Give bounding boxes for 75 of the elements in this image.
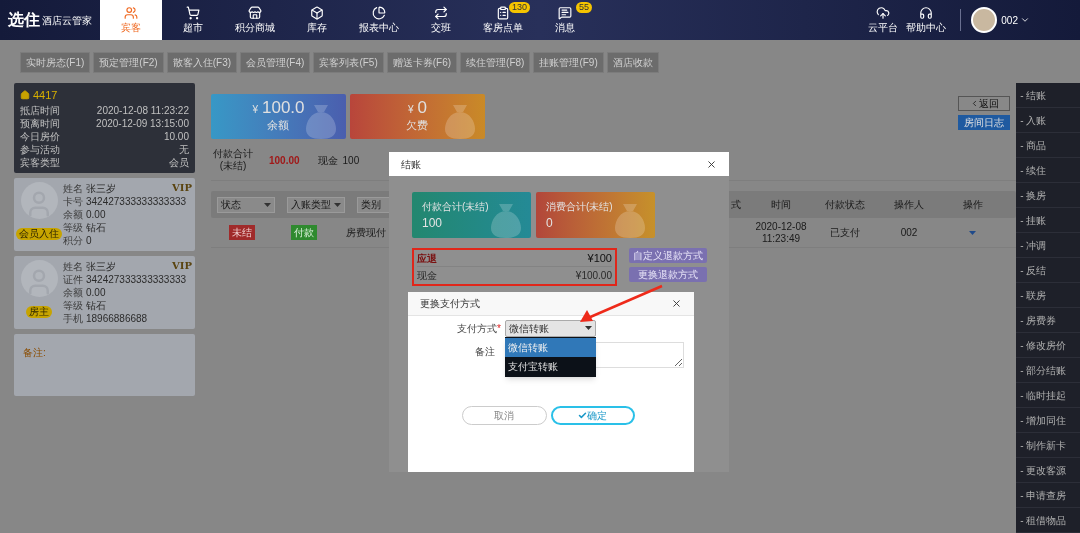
field-label: 余额: [63, 285, 83, 299]
field-label: 等级: [63, 220, 83, 234]
cash-value: 100: [342, 153, 360, 168]
count-badge: 55: [576, 2, 592, 13]
card-amount: 100: [422, 214, 443, 232]
room-number: 4417: [33, 88, 58, 103]
field-value: 0.00: [86, 285, 106, 299]
column-header: 付款状态: [824, 198, 865, 212]
column-header: 式: [730, 198, 741, 212]
card-amount: 0: [546, 214, 553, 232]
field-value: 342427333333333333: [86, 194, 187, 208]
note-label: 备注:: [23, 346, 46, 358]
vip-mark: VIP: [172, 180, 192, 195]
field-label: 手机: [63, 311, 83, 325]
field-value: 2020-12-08 11:23:22: [96, 103, 189, 117]
brand-logo: 选住: [8, 10, 40, 30]
total-label: 付款合计: [212, 148, 253, 160]
column-header: 操作人: [893, 198, 924, 212]
field-label: 参与活动: [20, 142, 60, 156]
dialog-title: 更换支付方式: [420, 297, 480, 311]
field-value: 18966886688: [86, 311, 148, 325]
guest-tag: 房主: [26, 305, 52, 318]
field-value: 张三岁: [86, 181, 116, 195]
card-label: 欠费: [406, 118, 429, 134]
field-value: 342427333333333333: [86, 272, 187, 286]
field-label: 今日房价: [20, 129, 60, 143]
field-label: 积分: [63, 233, 83, 247]
guest-tag: 会员入住: [16, 227, 62, 240]
table-cell-text: 002: [900, 226, 918, 240]
field-value: 张三岁: [86, 259, 116, 273]
field-value: 0.00: [86, 207, 106, 221]
field-value: 钻石: [86, 220, 106, 234]
refund-label: 应退: [417, 251, 437, 266]
field-label: 卡号: [63, 194, 83, 208]
table-cell-text: 已支付: [829, 226, 860, 240]
vip-mark: VIP: [172, 258, 192, 273]
field-label: 姓名: [63, 259, 83, 273]
field-value: 无: [178, 142, 189, 156]
method-label: 现金: [417, 269, 437, 283]
method-amount: ¥100.00: [575, 269, 612, 283]
currency-sign: ¥: [407, 103, 414, 118]
card-label: 付款合计(未结): [422, 199, 489, 214]
currency-sign: ¥: [252, 103, 258, 118]
column-header: 时间: [770, 198, 791, 212]
field-label: 余额: [63, 207, 83, 221]
required-mark: *: [497, 321, 501, 336]
card-label: 消费合计(未结): [546, 199, 613, 214]
refund-amount: ¥100: [587, 250, 612, 266]
card-amount: 0: [417, 99, 427, 118]
status-tag: 未结: [228, 225, 255, 240]
dialog-title: 结账: [401, 157, 421, 172]
count-badge: 130: [508, 2, 530, 13]
field-label: 抵店时间: [20, 103, 60, 117]
field-value: 2020-12-09 13:15:00: [96, 116, 189, 130]
field-label: 预离时间: [20, 116, 60, 130]
field-label: 备注: [475, 345, 495, 359]
field-value: 10.00: [163, 129, 189, 143]
total-sublabel: (未结): [219, 160, 247, 172]
field-value: 0: [86, 233, 92, 247]
card-label: 余额: [267, 118, 290, 134]
field-value: 会员: [168, 155, 189, 169]
total-value: 100.00: [268, 153, 300, 168]
field-label: 支付方式: [457, 321, 498, 336]
field-label: 姓名: [63, 181, 83, 195]
entry-type-tag: 付款: [290, 225, 317, 240]
product-name: 酒店云管家: [42, 13, 92, 28]
cash-label: 现金: [317, 153, 338, 168]
field-value: 钻石: [86, 298, 106, 312]
table-cell: 2020-12-08 11:23:49: [755, 220, 807, 245]
field-label: 证件: [63, 272, 83, 286]
card-amount: 100.0: [261, 99, 305, 118]
field-label: 等级: [63, 298, 83, 312]
table-cell-text: 房费现付: [345, 226, 386, 240]
column-header: 操作: [962, 198, 983, 212]
field-label: 宾客类型: [20, 155, 60, 169]
